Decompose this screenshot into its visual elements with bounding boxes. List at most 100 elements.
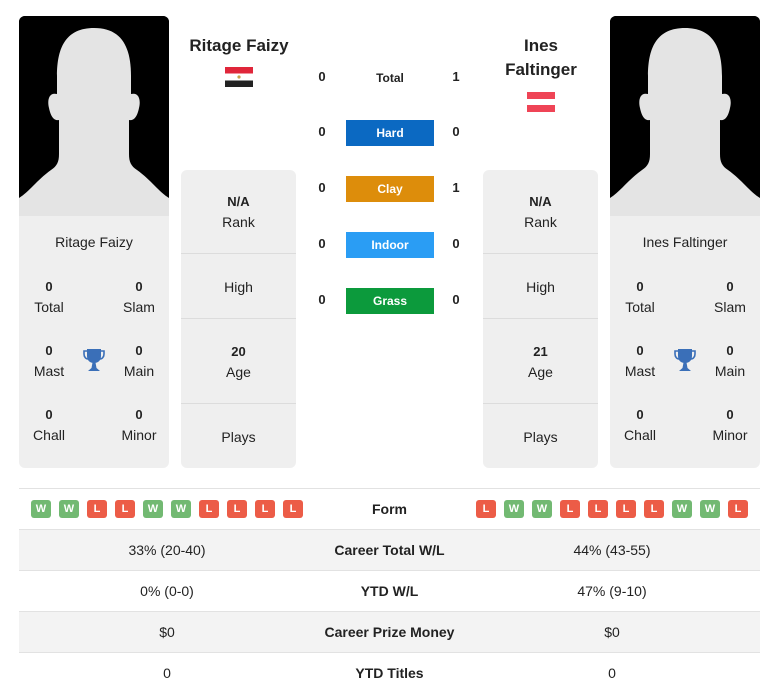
player-left-info: N/A Rank High 20 Age Plays [181,170,296,468]
form-loss-badge[interactable]: L [588,500,608,518]
table-row: 0% (0-0) YTD W/L 47% (9-10) [19,570,760,611]
titles-minor: 0 Minor [712,407,748,443]
player-right-header-name[interactable]: Ines Faltinger [476,34,606,82]
h2h-grass: 0 Grass 0 [300,288,480,314]
form-loss-badge[interactable]: L [255,500,275,518]
h2h-total-right: 1 [452,69,460,84]
form-win-badge[interactable]: W [700,500,720,518]
h2h-total-left: 0 [318,69,326,84]
rank: N/A Rank [524,194,557,230]
player-right-card: Ines Faltinger 0 Total 0 Slam 0 Mast 0 Main … [610,216,760,468]
surface-indoor-badge[interactable]: Indoor [346,232,434,258]
h2h-grass-right: 0 [452,292,460,307]
table-row: $0 Career Prize Money $0 [19,611,760,652]
rank: N/A Rank [222,194,255,230]
divider [483,318,598,319]
surface-hard-badge[interactable]: Hard [346,120,434,146]
form-loss-badge[interactable]: L [87,500,107,518]
player-left-name[interactable]: Ritage Faizy [19,234,169,250]
silhouette-icon [610,16,760,216]
h2h-clay-right: 1 [452,180,460,195]
h2h-hard-left: 0 [318,124,326,139]
titles-total: 0 Total [34,279,64,315]
surface-clay-badge[interactable]: Clay [346,176,434,202]
stat-right-value: 44% (43-55) [573,542,651,558]
form-win-badge[interactable]: W [59,500,79,518]
titles-main: 0 Main [714,343,746,379]
form-loss-badge[interactable]: L [283,500,303,518]
form-loss-badge[interactable]: L [199,500,219,518]
titles-minor: 0 Minor [121,407,157,443]
form-win-badge[interactable]: W [31,500,51,518]
stats-table: WWLLWWLLLL Form LWWLLLLWWL 33% (20-40) C… [19,488,760,693]
player-left-photo [19,16,169,216]
table-row: 33% (20-40) Career Total W/L 44% (43-55) [19,529,760,570]
h2h-indoor-right: 0 [452,236,460,251]
divider [181,318,296,319]
stat-label: YTD W/L [360,583,419,599]
form-loss-badge[interactable]: L [227,500,247,518]
stat-left-value: $0 [159,624,175,640]
h2h-hard-right: 0 [452,124,460,139]
divider [483,403,598,404]
stat-label: Career Prize Money [324,624,455,640]
titles-chall: 0 Chall [33,407,65,443]
age: 21 Age [528,344,553,380]
titles-slam: 0 Slam [714,279,746,315]
player-left-card: Ritage Faizy 0 Total 0 Slam 0 Mast 0 Main 0C… [19,216,169,468]
form-loss-badge[interactable]: L [728,500,748,518]
divider [181,403,296,404]
titles-mast: 0 Mast [33,343,65,379]
form-label: Form [372,501,407,517]
player-left-header-name[interactable]: Ritage Faizy [174,34,304,58]
h2h-grass-left: 0 [318,292,326,307]
high-rank: High [224,279,253,295]
h2h-total: 0 Total 1 [300,65,480,91]
player-right-name[interactable]: Ines Faltinger [610,234,760,250]
player-left-form: WWLLWWLLLL [31,500,303,518]
stat-label: YTD Titles [355,665,424,681]
titles-slam: 0 Slam [123,279,155,315]
plays: Plays [221,429,256,445]
stat-left-value: 0% (0-0) [140,583,194,599]
form-win-badge[interactable]: W [504,500,524,518]
stat-right-value: 0 [608,665,616,681]
stat-right-value: 47% (9-10) [577,583,647,599]
table-row: 0 YTD Titles 0 [19,652,760,693]
h2h-indoor-left: 0 [318,236,326,251]
form-loss-badge[interactable]: L [115,500,135,518]
divider [181,253,296,254]
high-rank: High [526,279,555,295]
h2h-indoor: 0 Indoor 0 [300,232,480,258]
h2h-total-label: Total [376,71,404,85]
player-right-form: LWWLLLLWWL [476,500,748,518]
form-loss-badge[interactable]: L [616,500,636,518]
age: 20 Age [226,344,251,380]
silhouette-icon [19,16,169,216]
egypt-flag-icon [225,67,253,87]
stat-right-value: $0 [604,624,620,640]
austria-flag-icon [527,92,555,112]
h2h-clay-left: 0 [318,180,326,195]
titles-main: 0 Main [123,343,155,379]
form-loss-badge[interactable]: L [644,500,664,518]
h2h-clay: 0 Clay 1 [300,176,480,202]
form-row: WWLLWWLLLL Form LWWLLLLWWL [19,488,760,529]
surface-grass-badge[interactable]: Grass [346,288,434,314]
titles-chall: 0 Chall [624,407,656,443]
form-loss-badge[interactable]: L [560,500,580,518]
player-right-info: N/A Rank High 21 Age Plays [483,170,598,468]
form-win-badge[interactable]: W [672,500,692,518]
titles-total: 0 Total [625,279,655,315]
stat-left-value: 0 [163,665,171,681]
trophy-icon [674,349,696,371]
trophy-icon [83,349,105,371]
plays: Plays [523,429,558,445]
form-win-badge[interactable]: W [532,500,552,518]
player-right-photo [610,16,760,216]
form-win-badge[interactable]: W [143,500,163,518]
titles-mast: 0 Mast [624,343,656,379]
stat-label: Career Total W/L [334,542,445,558]
form-loss-badge[interactable]: L [476,500,496,518]
form-win-badge[interactable]: W [171,500,191,518]
